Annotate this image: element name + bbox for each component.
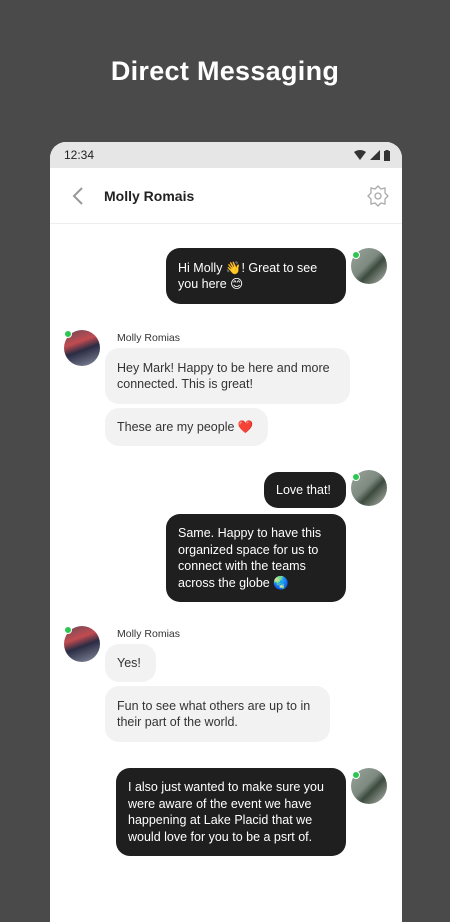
gear-icon [367, 184, 389, 207]
phone-frame: 12:34 Molly Romais Hi Molly 👋! Great to … [50, 142, 402, 922]
sender-name: Molly Romias [117, 628, 181, 640]
status-icons [354, 149, 390, 161]
back-chevron-icon [72, 186, 83, 205]
message-bubble: Love that! [264, 472, 346, 508]
online-indicator [64, 330, 72, 338]
battery-icon [384, 149, 390, 161]
settings-button[interactable] [366, 184, 390, 208]
status-time: 12:34 [64, 148, 95, 162]
status-bar: 12:34 [50, 142, 402, 168]
scroll-fade [50, 906, 402, 922]
chat-header: Molly Romais [50, 168, 402, 224]
message-list[interactable]: Hi Molly 👋! Great to see you here 😊 Moll… [50, 224, 402, 922]
contact-name: Molly Romais [104, 187, 195, 204]
message-bubble: Hi Molly 👋! Great to see you here 😊 [166, 248, 346, 304]
online-indicator [352, 473, 360, 481]
online-indicator [64, 626, 72, 634]
sender-name: Molly Romias [117, 332, 181, 344]
wifi-icon [354, 150, 366, 160]
message-bubble: Same. Happy to have this organized space… [166, 514, 346, 602]
back-button[interactable] [72, 181, 92, 211]
message-bubble: Fun to see what others are up to in thei… [105, 686, 330, 742]
signal-icon [370, 150, 380, 160]
message-bubble: These are my people ❤️ [105, 408, 268, 446]
message-bubble: Hey Mark! Happy to be here and more conn… [105, 348, 350, 404]
online-indicator [352, 251, 360, 259]
promo-title: Direct Messaging [110, 56, 340, 86]
message-bubble: Yes! [105, 644, 156, 682]
online-indicator [352, 771, 360, 779]
message-bubble: I also just wanted to make sure you were… [116, 768, 346, 856]
